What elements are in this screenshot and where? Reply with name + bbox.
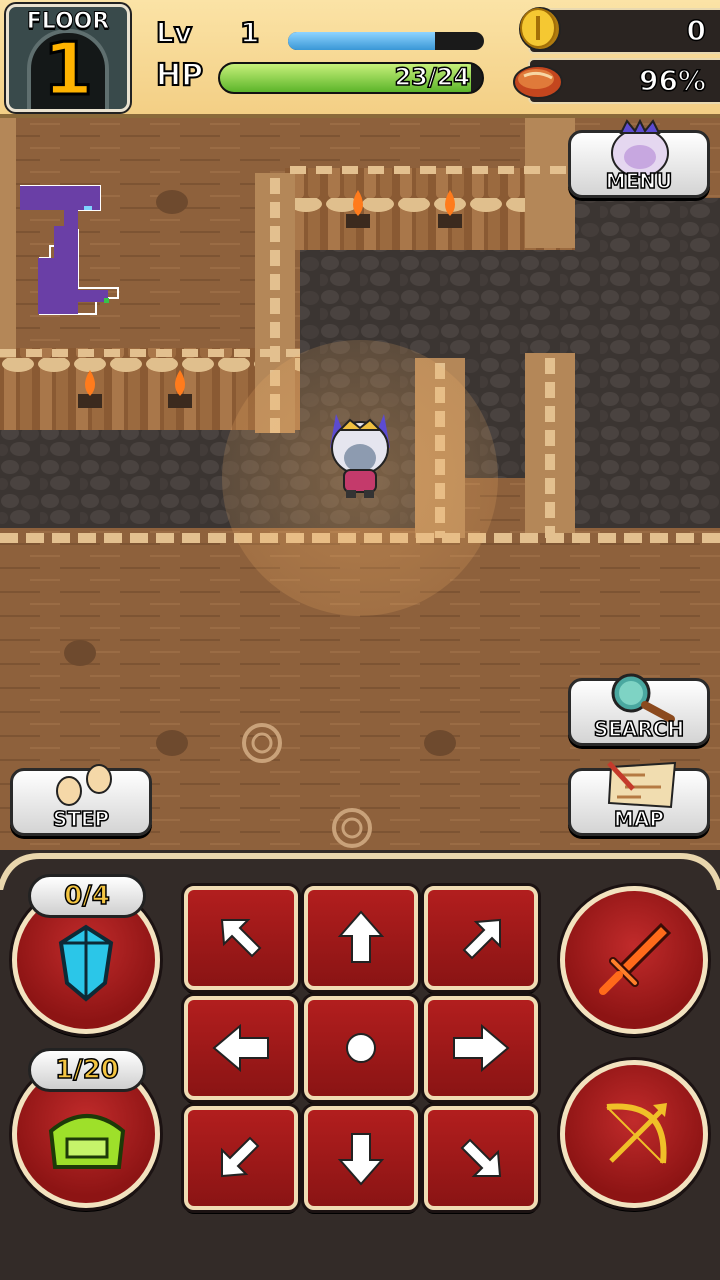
arrow-down-right-icon [460, 1138, 502, 1177]
crystal-count-badge: 0/4 [28, 874, 146, 918]
step-button[interactable]: STEP [10, 764, 152, 836]
exp-bar [288, 32, 484, 50]
dungeon-view[interactable]: MENU SEARCH STEP MAP [0, 118, 720, 858]
move-right-button[interactable] [424, 996, 538, 1100]
sword-icon [599, 922, 672, 995]
search-button[interactable]: SEARCH [568, 673, 710, 746]
meat-icon [513, 65, 563, 99]
control-panel: 0/4 1/20 [0, 850, 720, 1280]
floor-number: 1 [41, 27, 94, 111]
wait-button[interactable] [304, 996, 418, 1100]
shoot-button[interactable] [560, 1060, 708, 1208]
backpack-icon [48, 1114, 126, 1169]
bow-icon [606, 1103, 667, 1164]
move-up-left-button[interactable] [184, 886, 298, 990]
move-up-button[interactable] [304, 886, 418, 990]
hp-text: 23/24 [394, 63, 471, 92]
arrow-down-icon [337, 1133, 385, 1186]
search-label: SEARCH [593, 716, 685, 742]
arrow-down-left-icon [221, 1136, 260, 1178]
hp-bar: 23/24 [218, 62, 484, 94]
dungeon-terrain [0, 118, 720, 858]
floor-indicator: FLOOR 1 [6, 4, 130, 112]
level-value: 1 [239, 15, 261, 50]
arrow-left-icon [212, 1023, 269, 1073]
exp-fill [288, 32, 435, 50]
bag-count: 1/20 [54, 1054, 119, 1086]
scroll-map-icon [607, 761, 677, 809]
dot-icon [346, 1033, 376, 1063]
footprints-icon [56, 764, 112, 806]
gold-value: 0 [686, 13, 707, 48]
move-down-left-button[interactable] [184, 1106, 298, 1210]
move-down-right-button[interactable] [424, 1106, 538, 1210]
move-down-button[interactable] [304, 1106, 418, 1210]
arrow-right-icon [453, 1023, 510, 1073]
bag-count-badge: 1/20 [28, 1048, 146, 1092]
level-label: Lv [155, 15, 193, 50]
arrow-up-icon [337, 910, 385, 963]
hunger-value: 96% [638, 63, 707, 98]
hp-label: HP [155, 57, 204, 94]
attack-button[interactable] [560, 886, 708, 1034]
crystal-count: 0/4 [63, 880, 110, 912]
step-label: STEP [52, 806, 110, 832]
map-button[interactable]: MAP [568, 761, 710, 836]
map-label: MAP [613, 806, 665, 832]
status-bar: FLOOR 1 Lv 1 HP 23/24 0 96% [0, 0, 720, 118]
coin-icon [519, 7, 561, 51]
menu-button[interactable]: MENU [568, 119, 710, 198]
menu-label: MENU [605, 168, 673, 194]
move-up-right-button[interactable] [424, 886, 538, 990]
crystal-icon [58, 924, 114, 1002]
arrow-up-left-icon [220, 919, 262, 958]
arrow-up-right-icon [462, 918, 501, 960]
move-left-button[interactable] [184, 996, 298, 1100]
